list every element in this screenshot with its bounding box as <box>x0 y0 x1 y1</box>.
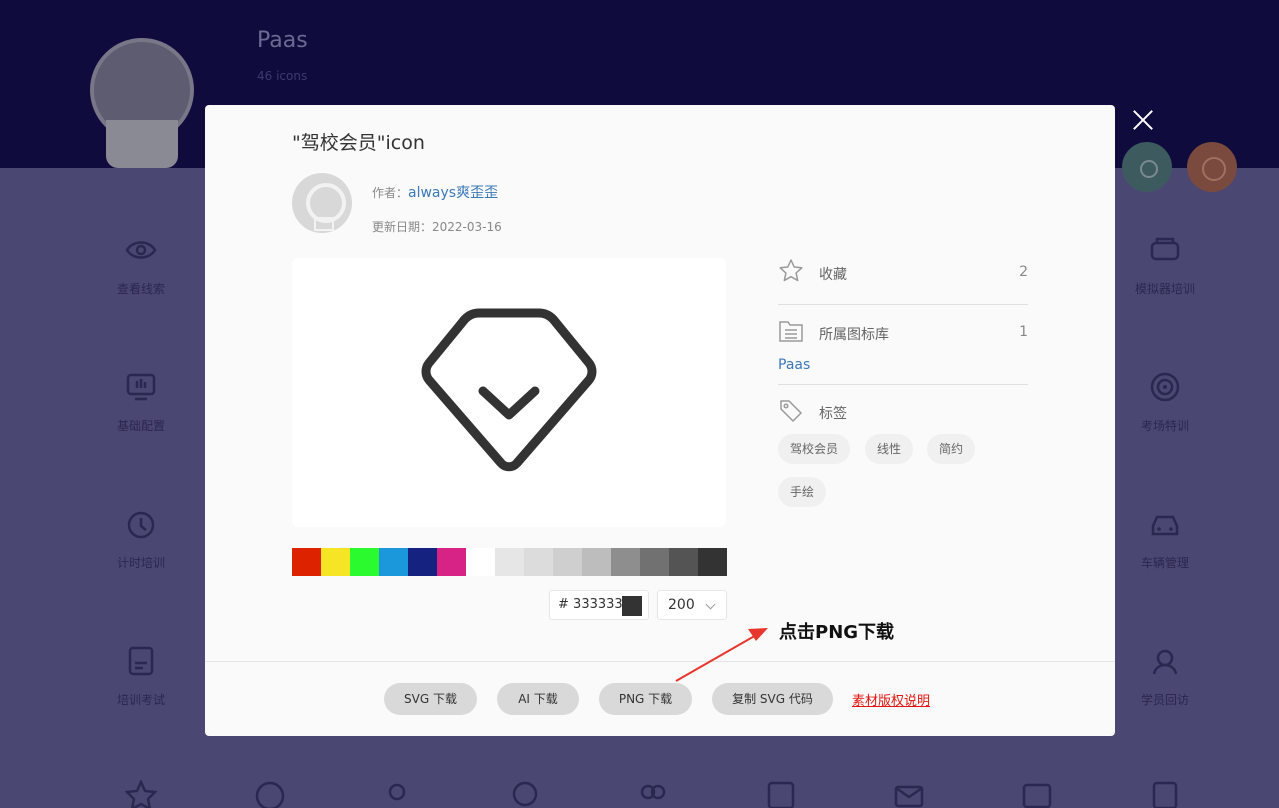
color-swatch[interactable] <box>321 548 350 576</box>
png-download-button[interactable]: PNG 下载 <box>599 683 692 715</box>
color-swatch[interactable] <box>698 548 727 576</box>
star-icon <box>125 780 157 808</box>
star-icon <box>779 259 803 282</box>
document-icon <box>1152 781 1178 808</box>
favorites-label: 收藏 <box>819 267 847 283</box>
mail-icon <box>894 785 924 808</box>
bg-icon-label: 模拟器培训 <box>1134 282 1195 296</box>
collection-avatar-base <box>106 120 178 168</box>
author-avatar[interactable] <box>292 173 352 233</box>
bg-icon-item[interactable]: 查看线索 <box>71 234 211 297</box>
date-label: 更新日期： <box>372 220 433 234</box>
color-swatch[interactable] <box>524 548 553 576</box>
tag-chip[interactable]: 手绘 <box>778 477 827 507</box>
hex-color-input[interactable]: # 333333 <box>549 590 649 620</box>
favorites-count: 2 <box>1019 264 1028 280</box>
library-label: 所属图标库 <box>819 327 889 343</box>
divider <box>778 384 1028 385</box>
icon-preview <box>292 258 726 527</box>
size-value: 200 <box>668 597 695 613</box>
hex-value: 333333 <box>573 597 623 612</box>
color-swatch[interactable] <box>466 548 495 576</box>
bg-icon-label: 学员回访 <box>1140 693 1189 707</box>
bg-icon-item[interactable]: 学员回访 <box>1095 645 1235 708</box>
target-icon <box>1149 371 1181 403</box>
user-avatar-icon[interactable] <box>1187 142 1237 192</box>
badge-icon <box>512 781 538 807</box>
vr-headset-icon <box>1149 234 1181 266</box>
size-select[interactable]: 200 <box>657 590 727 620</box>
group-icon <box>388 783 406 801</box>
author-line: 作者：always爽歪歪 <box>372 182 498 202</box>
color-swatch[interactable] <box>350 548 379 576</box>
tag-chip[interactable]: 驾校会员 <box>778 434 851 464</box>
folder-list-icon <box>779 321 803 342</box>
color-palette <box>292 548 727 576</box>
color-swatch[interactable] <box>582 548 611 576</box>
author-label: 作者： <box>372 186 409 200</box>
update-date-line: 更新日期：2022-03-16 <box>372 218 502 235</box>
tag-chip[interactable]: 线性 <box>865 434 914 464</box>
bg-icon-item[interactable]: 车辆管理 <box>1095 508 1235 571</box>
library-link[interactable]: Paas <box>778 357 810 373</box>
monitor-settings-icon <box>125 371 157 403</box>
bg-icon-label: 计时培训 <box>116 556 165 570</box>
divider <box>778 304 1028 305</box>
bg-icon-item[interactable]: 基础配置 <box>71 371 211 434</box>
yen-coin-icon <box>255 781 285 808</box>
tag-icon <box>780 400 802 422</box>
bg-icon-item[interactable]: 模拟器培训 <box>1095 234 1235 297</box>
bg-icon-item[interactable]: 考场特训 <box>1095 371 1235 434</box>
author-link[interactable]: always爽歪歪 <box>408 185 498 201</box>
library-row: 所属图标库 1 <box>778 318 1028 348</box>
modal-title: "驾校会员"icon <box>292 132 425 154</box>
id-card-icon <box>1022 783 1052 808</box>
car-icon <box>1149 508 1181 540</box>
color-swatch[interactable] <box>379 548 408 576</box>
bg-icon-label: 查看线索 <box>116 282 165 296</box>
color-swatch[interactable] <box>640 548 669 576</box>
bg-icon-label: 培训考试 <box>116 693 165 707</box>
color-swatch[interactable] <box>408 548 437 576</box>
library-count: 1 <box>1019 324 1028 340</box>
color-swatch[interactable] <box>495 548 524 576</box>
invoice-icon <box>767 781 795 808</box>
collection-title: Paas <box>257 28 308 53</box>
icon-detail-modal: "驾校会员"icon 作者：always爽歪歪 更新日期：2022-03-16 … <box>205 105 1115 736</box>
chevron-down-icon <box>705 599 716 610</box>
color-swatch[interactable] <box>669 548 698 576</box>
favorites-row[interactable]: 收藏 2 <box>778 258 1028 288</box>
current-color-swatch[interactable] <box>622 596 642 616</box>
bg-icon-label: 车辆管理 <box>1140 556 1189 570</box>
footer-divider <box>205 661 1115 662</box>
share-icon[interactable] <box>1122 142 1172 192</box>
bg-icon-label: 基础配置 <box>116 419 165 433</box>
color-swatch[interactable] <box>553 548 582 576</box>
ai-download-button[interactable]: AI 下载 <box>497 683 579 715</box>
bg-icon-label: 考场特训 <box>1140 419 1189 433</box>
close-icon[interactable] <box>1130 107 1156 133</box>
bg-icon-item[interactable]: 培训考试 <box>71 645 211 708</box>
eye-icon <box>125 234 157 266</box>
annotation-text: 点击PNG下载 <box>779 622 895 643</box>
tags-row: 标签 <box>778 397 1028 427</box>
color-swatch[interactable] <box>611 548 640 576</box>
date-value: 2022-03-16 <box>432 220 502 234</box>
hex-prefix: # <box>558 597 569 612</box>
users-icon <box>640 784 666 800</box>
headset-user-icon <box>1149 645 1181 677</box>
tags-label: 标签 <box>819 406 847 422</box>
color-swatch[interactable] <box>437 548 466 576</box>
copy-svg-code-button[interactable]: 复制 SVG 代码 <box>712 683 833 715</box>
collection-icon-count: 46 icons <box>257 69 308 83</box>
bg-icon-item[interactable]: 计时培训 <box>71 508 211 571</box>
copyright-info-link[interactable]: 素材版权说明 <box>852 690 930 709</box>
color-swatch[interactable] <box>292 548 321 576</box>
membership-diamond-icon <box>421 308 597 472</box>
clock-icon <box>125 508 157 540</box>
svg-download-button[interactable]: SVG 下载 <box>384 683 477 715</box>
tag-chip[interactable]: 简约 <box>927 434 976 464</box>
exam-paper-icon <box>125 645 157 677</box>
